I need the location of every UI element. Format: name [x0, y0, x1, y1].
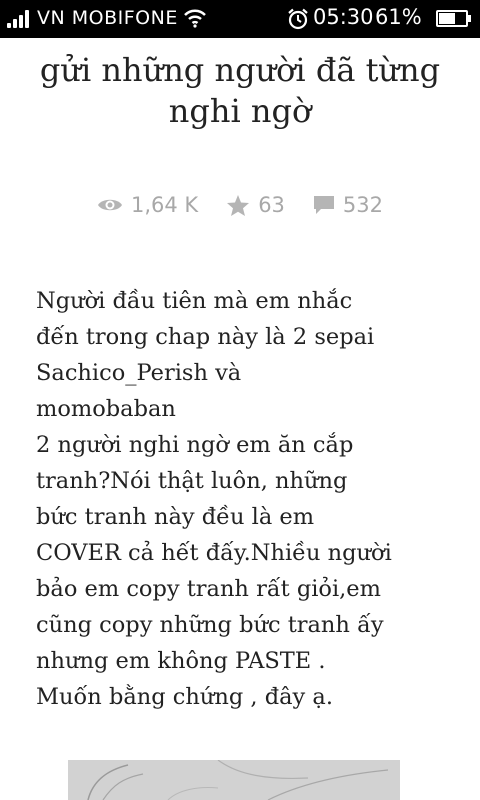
story-body-line: bức tranh này đều là em: [36, 504, 315, 530]
comments-stat: 532: [313, 193, 383, 217]
sketch-drawing: [68, 760, 400, 800]
story-image[interactable]: [68, 760, 400, 800]
wifi-icon: [184, 9, 206, 28]
story-body-line: tranh?Nói thật luôn, những: [36, 468, 348, 494]
signal-icon: [7, 10, 31, 28]
votes-count: 63: [258, 193, 285, 217]
views-count: 1,64 K: [130, 193, 199, 217]
story-body-line: đến trong chap này là 2 sepai: [36, 324, 375, 350]
carrier-name: VN MOBIFONE: [37, 7, 178, 29]
star-icon: [227, 194, 250, 216]
battery-icon: [436, 10, 468, 27]
story-body-line: Người đầu tiên mà em nhắc: [36, 288, 353, 314]
battery-level-fill: [439, 13, 455, 24]
story-title-line: gửi những người đã từng: [39, 51, 441, 89]
story-title: gửi những người đã từng nghi ngờ: [0, 50, 480, 132]
votes-stat: 63: [226, 193, 285, 217]
story-body-line: COVER cả hết đấy.Nhiều người: [36, 540, 392, 566]
alarm-icon: [288, 8, 308, 30]
story-body-line: momobaban: [36, 396, 176, 422]
story-body-line: Muốn bằng chứng , đây ạ.: [36, 684, 333, 710]
story-body-line: Sachico_Perish và: [36, 360, 242, 386]
story-title-line: nghi ngờ: [168, 92, 312, 130]
story-stats: 1,64 K 63 532: [0, 188, 480, 222]
comments-count: 532: [342, 193, 384, 217]
status-bar: VN MOBIFONE 05:30 61%: [0, 0, 480, 38]
story-body-line: 2 người nghi ngờ em ăn cắp: [36, 432, 354, 458]
story-body-line: bảo em copy tranh rất giỏi,em: [36, 576, 381, 602]
comment-icon: [313, 196, 334, 214]
battery-tip: [468, 15, 471, 22]
views-stat: 1,64 K: [97, 193, 198, 217]
battery-percent: 61%: [375, 5, 422, 29]
story-body-line: nhưng em không PASTE .: [36, 648, 326, 674]
story-body-line: cũng copy những bức tranh ấy: [36, 612, 384, 638]
story-body: Người đầu tiên mà em nhắc đến trong chap…: [36, 283, 456, 715]
eye-icon: [97, 199, 122, 211]
clock-time: 05:30: [313, 5, 374, 29]
